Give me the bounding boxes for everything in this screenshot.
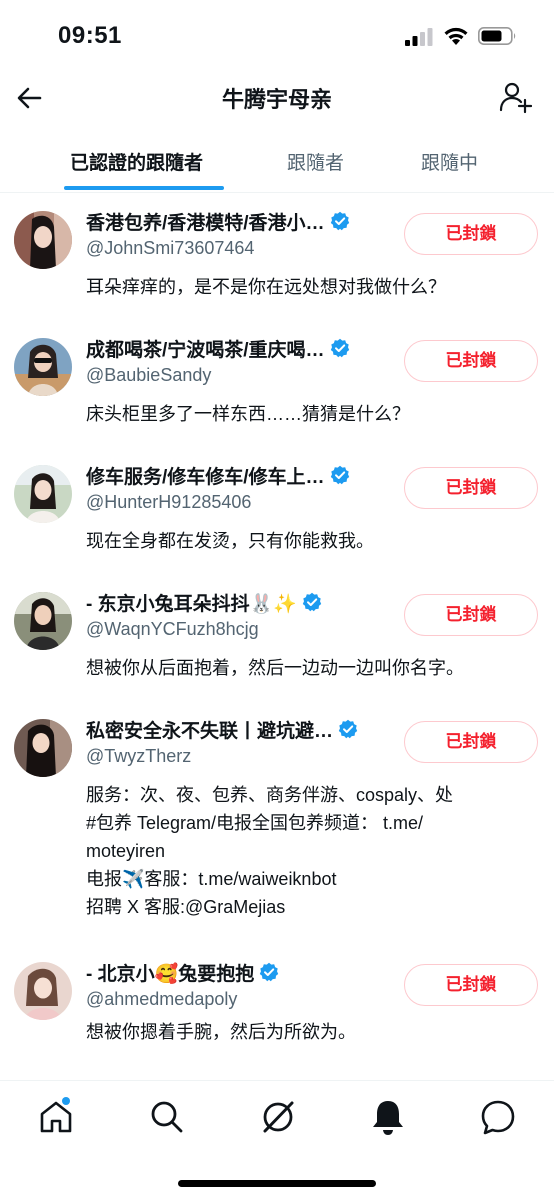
- blocked-button[interactable]: 已封鎖: [404, 467, 538, 509]
- blocked-button[interactable]: 已封鎖: [404, 721, 538, 763]
- account-name-line: 私密安全永不失联丨避坑避…: [86, 715, 396, 743]
- bio-line: 想被你从后面抱着，然后一边动一边叫你名字。: [86, 658, 464, 678]
- add-user-icon[interactable]: [498, 80, 532, 114]
- avatar[interactable]: [14, 465, 72, 523]
- account-name[interactable]: 成都喝茶/宁波喝茶/重庆喝…: [86, 335, 325, 362]
- account-name-line: 修车服务/修车修车/修车上…: [86, 461, 396, 489]
- account-handle: @ahmedmedapoly: [86, 989, 238, 1009]
- notifications-bell-icon[interactable]: [366, 1095, 410, 1139]
- bio-line: 现在全身都在发烫，只有你能救我。: [86, 531, 374, 551]
- bio-line: 床头柜里多了一样东西……猜猜是什么？: [86, 404, 410, 424]
- account-name[interactable]: 香港包养/香港模特/香港小…: [86, 208, 325, 235]
- search-icon[interactable]: [145, 1095, 189, 1139]
- avatar[interactable]: [14, 962, 72, 1020]
- account-name-line: 成都喝茶/宁波喝茶/重庆喝…: [86, 334, 396, 362]
- home-icon[interactable]: [34, 1095, 78, 1139]
- account-name-line: - 北京小🥰兔要抱抱: [86, 958, 396, 986]
- account-name[interactable]: 私密安全永不失联丨避坑避…: [86, 716, 333, 743]
- header: 牛腾宇母亲: [0, 70, 554, 128]
- account-bio: 想被你摁着手腕，然后为所欲为。: [86, 1018, 536, 1046]
- account-name[interactable]: - 北京小🥰兔要抱抱: [86, 959, 254, 986]
- account-name-line: - 东京小兔耳朵抖抖🐰✨: [86, 588, 396, 616]
- bio-line: 耳朵痒痒的，是不是你在远处想对我做什么？: [86, 277, 446, 297]
- account-bio: 想被你从后面抱着，然后一边动一边叫你名字。: [86, 654, 536, 682]
- verified-badge-icon: [329, 338, 350, 358]
- avatar[interactable]: [14, 211, 72, 269]
- grok-icon[interactable]: [256, 1095, 300, 1139]
- avatar[interactable]: [14, 719, 72, 777]
- account-bio: 耳朵痒痒的，是不是你在远处想对我做什么？: [86, 273, 536, 301]
- account-handle: @JohnSmi73607464: [86, 238, 255, 258]
- blocked-button[interactable]: 已封鎖: [404, 340, 538, 382]
- cellular-signal-icon: [405, 28, 433, 46]
- account-handle: @WaqnYCFuzh8hcjg: [86, 619, 259, 639]
- active-tab-indicator: [64, 186, 224, 190]
- account-bio: 现在全身都在发烫，只有你能救我。: [86, 527, 536, 555]
- status-time: 09:51: [58, 22, 122, 49]
- account-handle: @BaubieSandy: [86, 365, 212, 385]
- bio-line: 服务：次、夜、包养、商务伴游、cospaly、处: [86, 785, 454, 805]
- bio-line: 想被你摁着手腕，然后为所欲为。: [86, 1022, 356, 1042]
- tab-bar: 已認證的跟隨者 跟隨者 跟隨中: [0, 130, 554, 193]
- verified-badge-icon: [259, 962, 280, 982]
- account-name[interactable]: 修车服务/修车修车/修车上…: [86, 462, 325, 489]
- status-bar: 09:51: [0, 0, 554, 70]
- home-indicator: [178, 1180, 376, 1187]
- messages-icon[interactable]: [476, 1095, 520, 1139]
- account-handle: @HunterH91285406: [86, 492, 252, 512]
- avatar[interactable]: [14, 592, 72, 650]
- verified-badge-icon: [338, 719, 359, 739]
- tab-verified-followers[interactable]: 已認證的跟隨者: [70, 148, 203, 175]
- verified-badge-icon: [329, 211, 350, 231]
- avatar[interactable]: [14, 338, 72, 396]
- verified-badge-icon: [301, 592, 322, 612]
- account-name[interactable]: - 东京小兔耳朵抖抖🐰✨: [86, 589, 297, 616]
- blocked-button[interactable]: 已封鎖: [404, 213, 538, 255]
- bio-line: 电报✈️客服：t.me/waiweiknbot: [86, 869, 337, 889]
- blocked-button[interactable]: 已封鎖: [404, 594, 538, 636]
- page-title: 牛腾宇母亲: [221, 87, 332, 112]
- bio-line: 招聘 X 客服:@GraMejias: [86, 897, 286, 917]
- battery-icon: [478, 27, 516, 45]
- wifi-icon: [444, 27, 468, 45]
- bio-line: moteyiren: [86, 841, 166, 861]
- bio-line: #包养 Telegram/电报全国包养频道： t.me/: [86, 813, 424, 833]
- account-bio: 床头柜里多了一样东西……猜猜是什么？: [86, 400, 536, 428]
- verified-badge-icon: [329, 465, 350, 485]
- account-handle: @TwyzTherz: [86, 746, 192, 766]
- tab-followers[interactable]: 跟隨者: [287, 148, 344, 175]
- tab-following[interactable]: 跟隨中: [421, 148, 478, 175]
- account-bio: 服务：次、夜、包养、商务伴游、cospaly、处 #包养 Telegram/电报…: [86, 781, 536, 921]
- account-name-line: 香港包养/香港模特/香港小…: [86, 207, 396, 235]
- blocked-button[interactable]: 已封鎖: [404, 964, 538, 1006]
